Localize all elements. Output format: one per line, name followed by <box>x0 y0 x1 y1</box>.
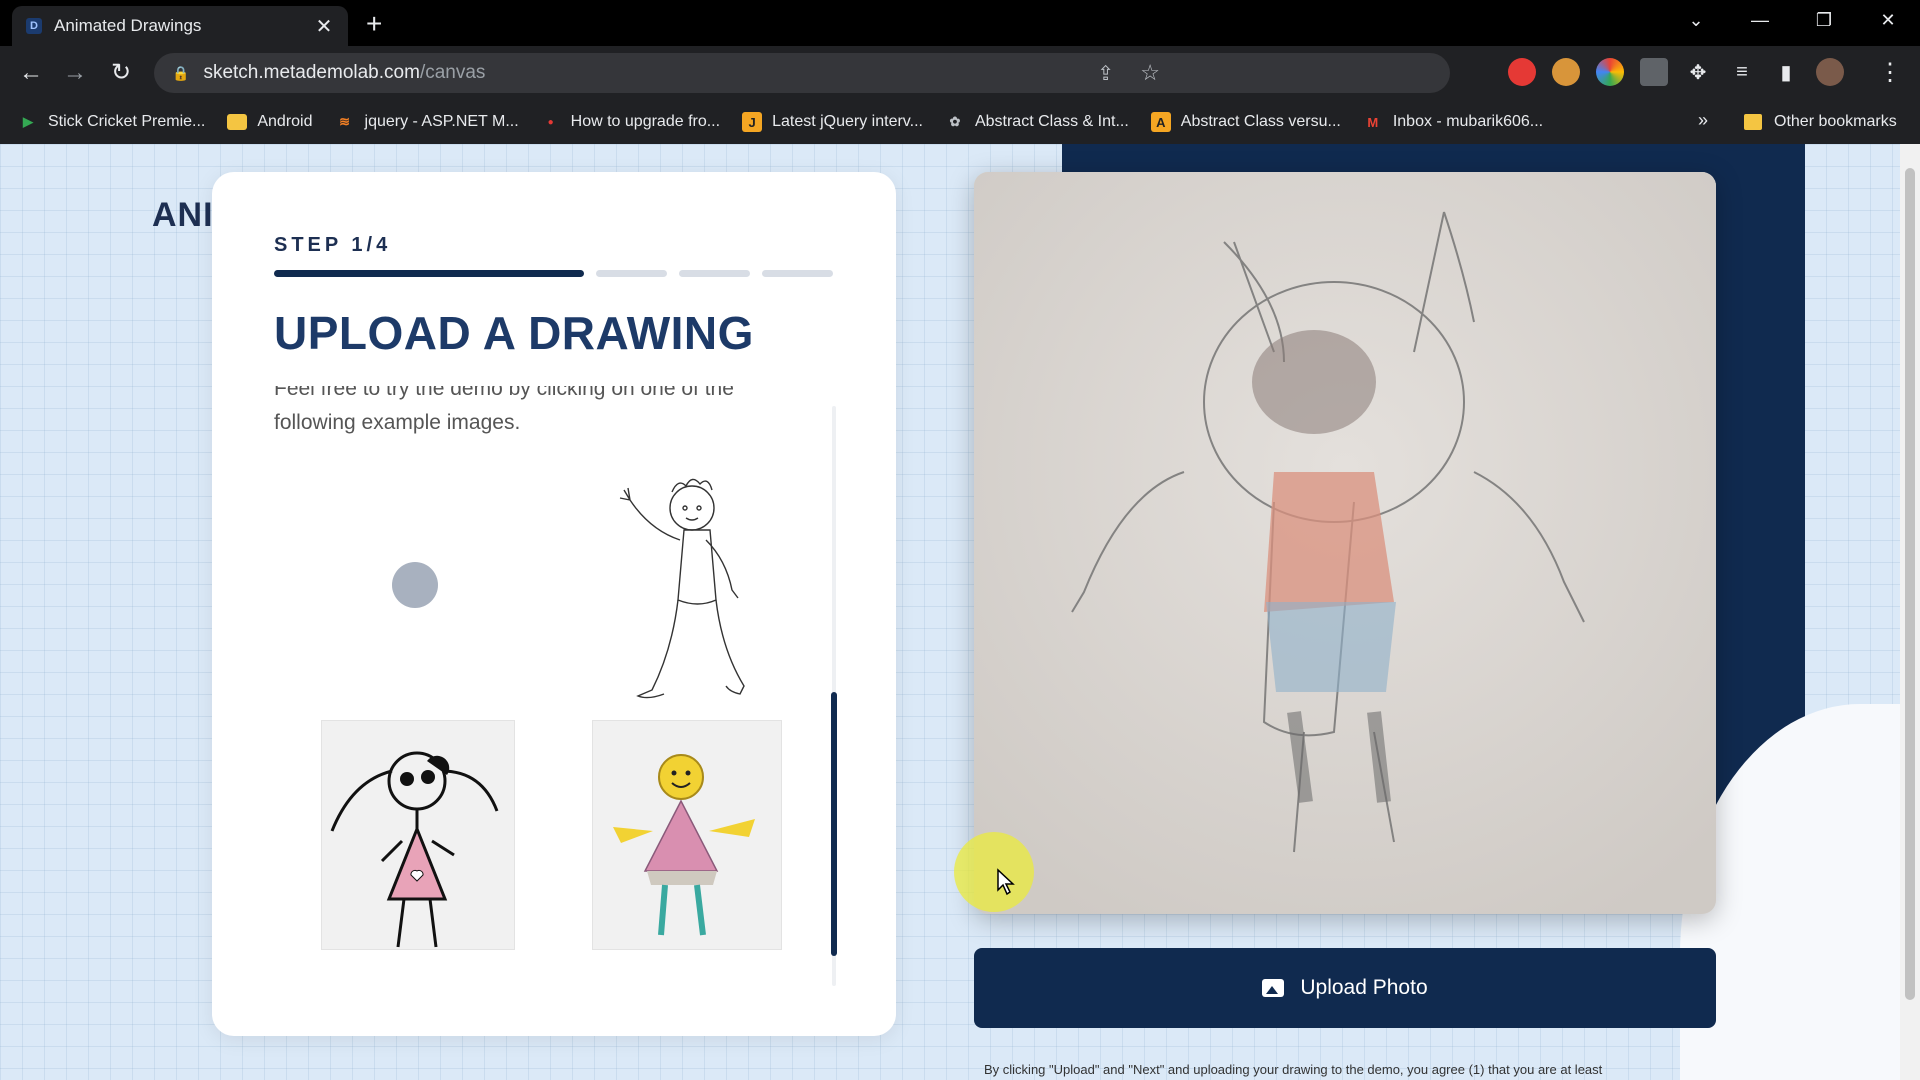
upload-card: STEP 1/4 UPLOAD A DRAWING Feel free to t… <box>212 172 896 1036</box>
close-tab-icon[interactable]: ✕ <box>314 14 334 39</box>
close-window-icon[interactable]: ✕ <box>1856 10 1920 31</box>
image-icon <box>1262 979 1285 997</box>
tab-favicon-icon: D <box>26 18 42 34</box>
page-scrollbar[interactable] <box>1900 144 1920 1080</box>
cursor-highlight <box>954 832 1034 912</box>
bookmark-star-icon[interactable]: ☆ <box>1140 60 1160 86</box>
bookmark-stick-cricket[interactable]: ▶ Stick Cricket Premie... <box>18 112 205 132</box>
loading-spinner <box>392 562 438 608</box>
bookmark-label: How to upgrade fro... <box>570 113 721 130</box>
minimize-icon[interactable]: — <box>1728 10 1792 31</box>
url-host: sketch.metademolab.com <box>203 62 420 83</box>
red-dot-icon: ● <box>547 116 554 128</box>
description-line-1: Feel free to try the demo by clicking on… <box>274 386 734 400</box>
bookmark-label: Abstract Class versu... <box>1180 113 1341 130</box>
example-image-girl-dress[interactable] <box>321 720 515 950</box>
extension-red-icon[interactable] <box>1508 58 1536 86</box>
reload-icon[interactable]: ↻ <box>106 58 136 88</box>
window-controls: ⌄ — ❐ ✕ <box>1664 0 1920 40</box>
bookmark-abstract-class-versus[interactable]: A Abstract Class versu... <box>1150 112 1341 132</box>
example-image-smiley-girl[interactable] <box>592 720 782 950</box>
smiley-girl-drawing <box>613 754 755 936</box>
uploaded-character-drawing <box>974 172 1716 914</box>
bookmark-label: Android <box>257 113 313 130</box>
tab-title: Animated Drawings <box>54 16 202 35</box>
tab-strip: D Animated Drawings ✕ + ⌄ — ❐ ✕ <box>0 0 1920 46</box>
bookmark-label: Latest jQuery interv... <box>772 113 923 130</box>
forward-arrow-icon[interactable]: → <box>60 58 90 88</box>
page-title: UPLOAD A DRAWING <box>274 307 754 359</box>
progress-segment-4 <box>762 270 833 277</box>
browser-toolbar: ← → ↻ 🔒 sketch.metademolab.com /canvas ⇪… <box>0 46 1920 100</box>
url-path: /canvas <box>419 62 486 83</box>
upload-photo-label: Upload Photo <box>1300 976 1428 999</box>
examples-scroll-area[interactable]: Feel free to try the demo by clicking on… <box>274 386 849 982</box>
share-icon[interactable]: ⇪ <box>1097 61 1114 86</box>
side-panel-icon[interactable]: ▮ <box>1772 58 1800 86</box>
page-viewport: ANI STEP 1/4 UPLOAD A DRAWING Feel free … <box>0 144 1920 1080</box>
bookmark-jquery-aspnet[interactable]: ≋ jquery - ASP.NET M... <box>335 112 519 132</box>
stackoverflow-icon: ≋ <box>339 114 350 129</box>
lock-icon[interactable]: 🔒 <box>172 65 189 82</box>
progress-segment-2 <box>596 270 667 277</box>
bookmark-label: Inbox - mubarik606... <box>1392 113 1544 130</box>
bookmark-latest-jquery[interactable]: J Latest jQuery interv... <box>742 112 923 132</box>
gmail-icon: M <box>1367 114 1379 130</box>
extension-grey-icon[interactable] <box>1640 58 1668 86</box>
progress-segment-1 <box>274 270 584 277</box>
bookmark-label: Stick Cricket Premie... <box>48 113 206 130</box>
step-label: STEP 1/4 <box>274 234 392 256</box>
boy-drawing <box>619 478 745 699</box>
upload-photo-button[interactable]: Upload Photo <box>974 948 1716 1028</box>
consent-disclaimer: By clicking "Upload" and "Next" and uplo… <box>984 1062 1603 1077</box>
bookmark-label: jquery - ASP.NET M... <box>364 113 519 130</box>
other-bookmarks[interactable]: Other bookmarks <box>1744 100 1897 144</box>
more-bookmarks-icon[interactable]: » <box>1698 110 1708 131</box>
tab-animated-drawings[interactable]: D Animated Drawings ✕ <box>12 6 348 46</box>
bookmarks-bar: ▶ Stick Cricket Premie... Android ≋ jque… <box>0 100 1920 144</box>
site-icon: J <box>742 112 763 132</box>
bookmark-abstract-class-int[interactable]: ✿ Abstract Class & Int... <box>945 112 1129 132</box>
drawing-preview <box>974 172 1716 914</box>
bookmark-how-to-upgrade[interactable]: ● How to upgrade fro... <box>541 112 720 132</box>
bookmark-inbox[interactable]: M Inbox - mubarik606... <box>1363 112 1543 132</box>
new-tab-plus-icon[interactable]: + <box>366 10 382 38</box>
site-icon: A <box>1150 112 1171 132</box>
profile-avatar-icon[interactable] <box>1816 58 1844 86</box>
tab-search-chevron-icon[interactable]: ⌄ <box>1664 10 1728 31</box>
browser-menu-icon[interactable]: ⋮ <box>1878 58 1902 87</box>
girl-drawing <box>330 751 499 948</box>
brand-title-partial: ANI <box>152 196 214 234</box>
description: Feel free to try the demo by clicking on… <box>274 386 814 440</box>
bookmark-label: Abstract Class & Int... <box>974 113 1129 130</box>
folder-icon <box>1744 114 1762 130</box>
page-scrollbar-thumb[interactable] <box>1905 168 1915 1000</box>
extensions-puzzle-icon[interactable]: ✥ <box>1684 58 1712 86</box>
address-bar[interactable]: 🔒 sketch.metademolab.com /canvas ⇪ ☆ <box>154 53 1450 93</box>
other-bookmarks-label: Other bookmarks <box>1774 113 1897 130</box>
site-icon: ✿ <box>949 114 961 129</box>
extension-cookie-icon[interactable] <box>1552 58 1580 86</box>
folder-icon <box>227 114 248 130</box>
progress-segment-3 <box>679 270 750 277</box>
examples-scrollbar-thumb[interactable] <box>831 692 837 956</box>
mouse-cursor-icon <box>997 868 1015 896</box>
extensions-area: ✥ ≡ ▮ <box>1508 58 1844 86</box>
step-progress <box>274 270 833 277</box>
bookmark-android[interactable]: Android <box>227 113 313 131</box>
back-arrow-icon[interactable]: ← <box>16 58 46 88</box>
description-line-2: following example images. <box>274 411 521 434</box>
extension-colorful-icon[interactable] <box>1596 58 1624 86</box>
restore-icon[interactable]: ❐ <box>1792 10 1856 31</box>
play-icon: ▶ <box>23 114 33 129</box>
example-image-boy[interactable] <box>592 470 752 710</box>
media-control-icon[interactable]: ≡ <box>1728 58 1756 86</box>
